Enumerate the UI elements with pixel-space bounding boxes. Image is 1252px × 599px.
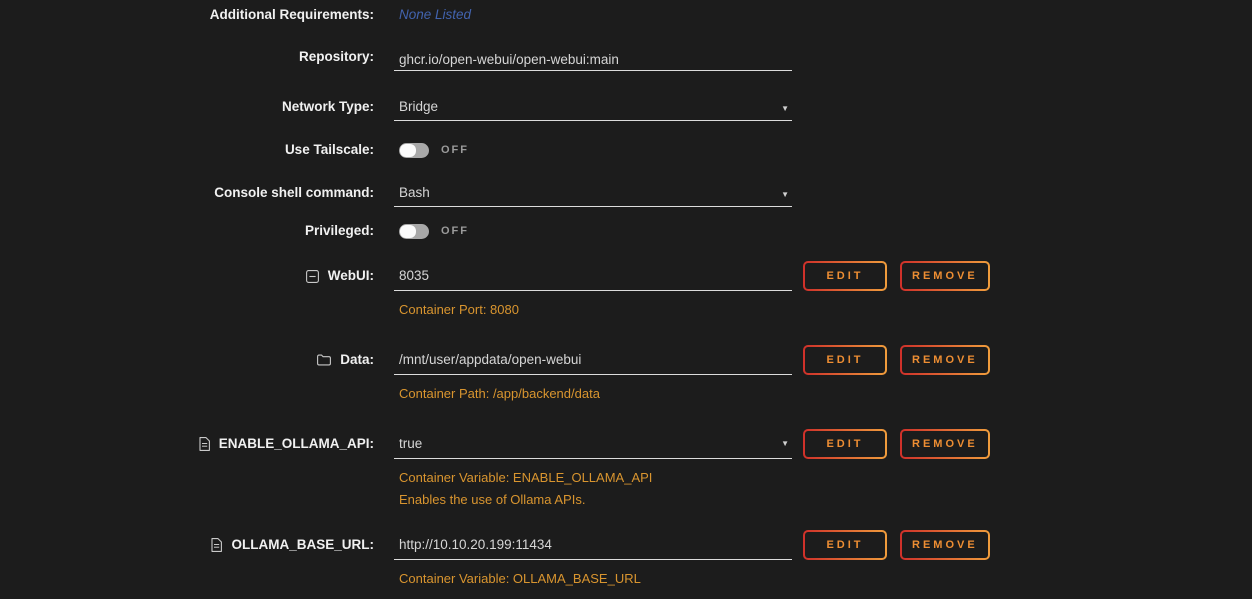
minus-square-icon xyxy=(306,270,319,283)
additional-requirements-value: None Listed xyxy=(394,7,471,23)
remove-button[interactable]: REMOVE xyxy=(900,530,990,560)
console-shell-command-select[interactable]: Bash ▼ xyxy=(394,185,792,207)
edit-button[interactable]: EDIT xyxy=(803,261,887,291)
data-path-row: Data: EDIT REMOVE Container Path: /app/b… xyxy=(0,345,1252,401)
field-help-text: Container Path: /app/backend/data xyxy=(394,387,1252,401)
privileged-label: Privileged: xyxy=(0,223,374,239)
enable-ollama-api-label: ENABLE_OLLAMA_API: xyxy=(219,436,374,452)
file-text-icon xyxy=(199,437,210,451)
toggle-knob xyxy=(400,144,416,157)
console-shell-command-label: Console shell command: xyxy=(0,185,374,201)
enable-ollama-api-select[interactable]: true ▼ xyxy=(394,429,792,459)
use-tailscale-label: Use Tailscale: xyxy=(0,142,374,158)
enable-ollama-api-row: ENABLE_OLLAMA_API: true ▼ EDIT REMOVE Co… xyxy=(0,429,1252,507)
data-path-input[interactable] xyxy=(394,346,792,374)
toggle-knob xyxy=(400,225,416,238)
webui-label: WebUI: xyxy=(328,268,374,284)
additional-requirements-row: Additional Requirements: None Listed xyxy=(0,7,1252,23)
network-type-selected-value: Bridge xyxy=(394,99,792,120)
chevron-down-icon: ▼ xyxy=(781,191,789,199)
field-help-text: Container Variable: OLLAMA_BASE_URL xyxy=(394,572,1252,586)
network-type-select[interactable]: Bridge ▼ xyxy=(394,99,792,121)
privileged-toggle[interactable] xyxy=(399,224,429,239)
enable-ollama-api-selected-value: true xyxy=(394,429,792,458)
additional-requirements-label: Additional Requirements: xyxy=(0,7,374,23)
field-help-text: Container Port: 8080 xyxy=(394,303,1252,317)
ollama-base-url-label: OLLAMA_BASE_URL: xyxy=(231,537,374,553)
network-type-label: Network Type: xyxy=(0,99,374,115)
use-tailscale-toggle[interactable] xyxy=(399,143,429,158)
repository-label: Repository: xyxy=(0,49,374,65)
network-type-row: Network Type: Bridge ▼ xyxy=(0,99,1252,121)
use-tailscale-state-text: OFF xyxy=(441,144,469,156)
docker-container-settings-form: Additional Requirements: None Listed Rep… xyxy=(0,0,1252,599)
use-tailscale-row: Use Tailscale: OFF xyxy=(0,142,1252,158)
folder-icon xyxy=(317,354,331,366)
field-help-text: Enables the use of Ollama APIs. xyxy=(394,493,1252,507)
console-shell-selected-value: Bash xyxy=(394,185,792,206)
file-text-icon xyxy=(211,538,222,552)
repository-input[interactable] xyxy=(394,49,792,70)
data-label: Data: xyxy=(340,352,374,368)
webui-port-row: WebUI: EDIT REMOVE Container Port: 8080 xyxy=(0,261,1252,317)
remove-button[interactable]: REMOVE xyxy=(900,261,990,291)
edit-button[interactable]: EDIT xyxy=(803,530,887,560)
console-shell-command-row: Console shell command: Bash ▼ xyxy=(0,185,1252,207)
ollama-base-url-input[interactable] xyxy=(394,531,792,559)
privileged-state-text: OFF xyxy=(441,225,469,237)
field-help-text: Container Variable: ENABLE_OLLAMA_API xyxy=(394,471,1252,485)
edit-button[interactable]: EDIT xyxy=(803,345,887,375)
webui-port-input[interactable] xyxy=(394,262,792,290)
remove-button[interactable]: REMOVE xyxy=(900,345,990,375)
repository-row: Repository: xyxy=(0,49,1252,71)
edit-button[interactable]: EDIT xyxy=(803,429,887,459)
ollama-base-url-row: OLLAMA_BASE_URL: EDIT REMOVE Container V… xyxy=(0,530,1252,586)
chevron-down-icon: ▼ xyxy=(781,105,789,113)
chevron-down-icon: ▼ xyxy=(781,440,789,448)
remove-button[interactable]: REMOVE xyxy=(900,429,990,459)
privileged-row: Privileged: OFF xyxy=(0,223,1252,239)
